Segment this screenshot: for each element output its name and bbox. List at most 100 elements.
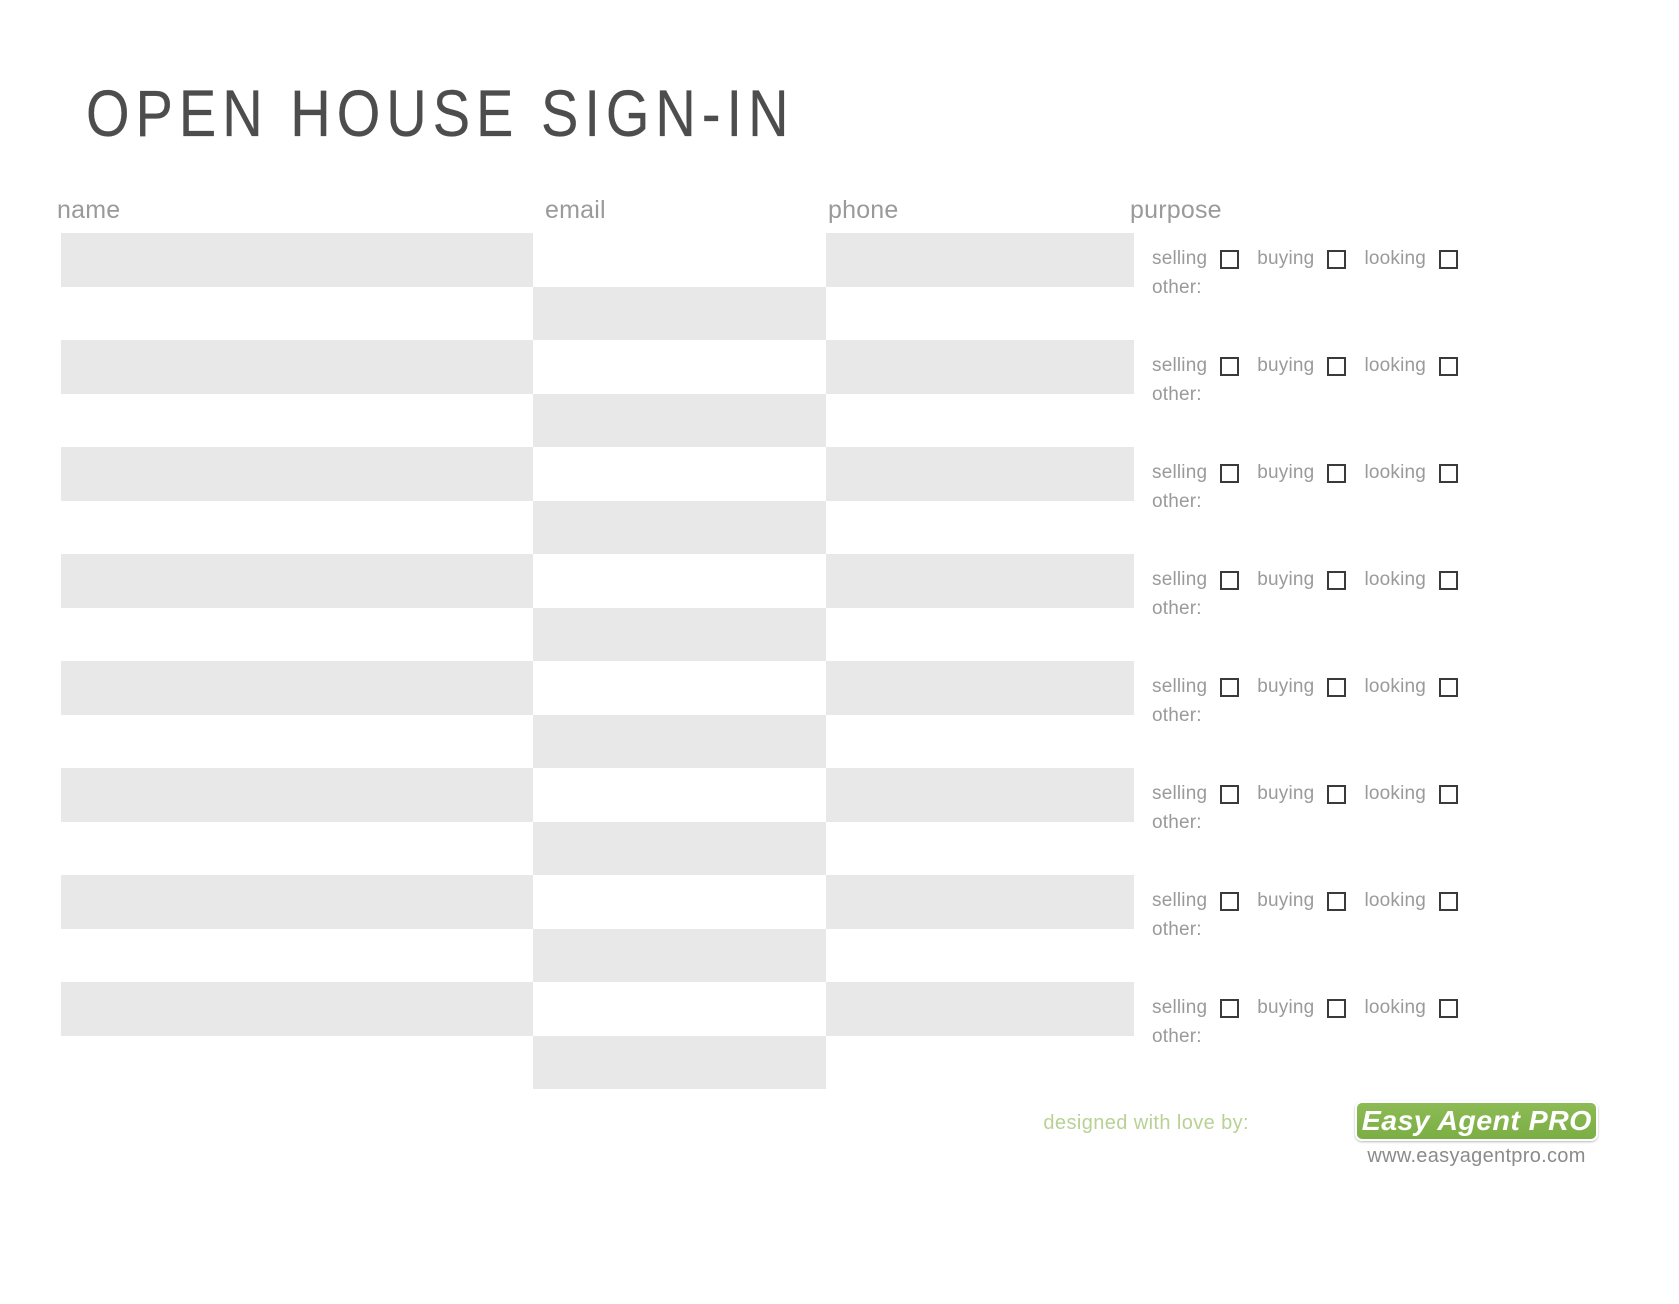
name-field[interactable] xyxy=(61,340,533,394)
easy-agent-pro-logo[interactable]: Easy Agent PRO xyxy=(1355,1101,1598,1141)
purpose-option-buying[interactable]: buying xyxy=(1257,890,1347,912)
phone-field[interactable] xyxy=(826,233,1134,287)
phone-field[interactable] xyxy=(826,394,1134,448)
name-field[interactable] xyxy=(61,929,533,983)
name-field[interactable] xyxy=(61,715,533,769)
email-field[interactable] xyxy=(533,982,826,1036)
name-field[interactable] xyxy=(61,768,533,822)
name-field[interactable] xyxy=(61,982,533,1036)
purpose-checkbox-buying[interactable] xyxy=(1327,463,1347,483)
purpose-checkbox-selling[interactable] xyxy=(1220,356,1240,376)
email-field[interactable] xyxy=(533,928,826,982)
purpose-option-buying[interactable]: buying xyxy=(1257,569,1347,591)
email-field[interactable] xyxy=(533,821,826,875)
purpose-checkbox-selling[interactable] xyxy=(1220,570,1240,590)
phone-field[interactable] xyxy=(826,822,1134,876)
email-field[interactable] xyxy=(533,500,826,554)
purpose-checkbox-selling[interactable] xyxy=(1220,784,1240,804)
email-field[interactable] xyxy=(533,393,826,447)
purpose-option-buying[interactable]: buying xyxy=(1257,997,1347,1019)
purpose-option-selling[interactable]: selling xyxy=(1152,890,1240,912)
purpose-option-selling[interactable]: selling xyxy=(1152,355,1240,377)
purpose-option-selling[interactable]: selling xyxy=(1152,462,1240,484)
phone-field[interactable] xyxy=(826,661,1134,715)
name-field[interactable] xyxy=(61,608,533,662)
purpose-checkbox-looking[interactable] xyxy=(1439,677,1459,697)
purpose-checkbox-selling[interactable] xyxy=(1220,249,1240,269)
email-field[interactable] xyxy=(533,1035,826,1089)
name-field[interactable] xyxy=(61,447,533,501)
purpose-option-buying[interactable]: buying xyxy=(1257,462,1347,484)
name-field[interactable] xyxy=(61,822,533,876)
page-title: OPEN HOUSE SIGN-IN xyxy=(86,76,795,151)
phone-field[interactable] xyxy=(826,554,1134,608)
email-field[interactable] xyxy=(533,607,826,661)
email-field[interactable] xyxy=(533,447,826,501)
name-field[interactable] xyxy=(61,1036,533,1090)
purpose-option-buying[interactable]: buying xyxy=(1257,248,1347,270)
purpose-option-buying[interactable]: buying xyxy=(1257,676,1347,698)
purpose-checkbox-looking[interactable] xyxy=(1439,249,1459,269)
purpose-option-selling[interactable]: selling xyxy=(1152,676,1240,698)
phone-field[interactable] xyxy=(826,982,1134,1036)
name-field[interactable] xyxy=(61,233,533,287)
email-field[interactable] xyxy=(533,714,826,768)
email-field[interactable] xyxy=(533,554,826,608)
email-field[interactable] xyxy=(533,340,826,394)
purpose-checkbox-looking[interactable] xyxy=(1439,998,1459,1018)
purpose-option-buying[interactable]: buying xyxy=(1257,355,1347,377)
purpose-option-looking[interactable]: looking xyxy=(1364,248,1459,270)
purpose-checkbox-selling[interactable] xyxy=(1220,998,1240,1018)
name-field[interactable] xyxy=(61,661,533,715)
purpose-checkbox-looking[interactable] xyxy=(1439,463,1459,483)
purpose-option-selling[interactable]: selling xyxy=(1152,248,1240,270)
purpose-checkbox-buying[interactable] xyxy=(1327,677,1347,697)
purpose-options: selling buying looking xyxy=(1152,776,1459,812)
purpose-option-looking[interactable]: looking xyxy=(1364,783,1459,805)
website-url[interactable]: www.easyagentpro.com xyxy=(1355,1145,1598,1168)
purpose-checkbox-buying[interactable] xyxy=(1327,356,1347,376)
purpose-checkbox-looking[interactable] xyxy=(1439,784,1459,804)
purpose-option-buying[interactable]: buying xyxy=(1257,783,1347,805)
purpose-checkbox-buying[interactable] xyxy=(1327,891,1347,911)
email-field[interactable] xyxy=(533,875,826,929)
phone-field[interactable] xyxy=(826,768,1134,822)
purpose-option-selling[interactable]: selling xyxy=(1152,997,1240,1019)
purpose-checkbox-buying[interactable] xyxy=(1327,570,1347,590)
purpose-option-looking[interactable]: looking xyxy=(1364,462,1459,484)
email-field[interactable] xyxy=(533,286,826,340)
phone-field[interactable] xyxy=(826,715,1134,769)
phone-field[interactable] xyxy=(826,608,1134,662)
phone-field[interactable] xyxy=(826,929,1134,983)
name-field[interactable] xyxy=(61,875,533,929)
purpose-checkbox-selling[interactable] xyxy=(1220,677,1240,697)
phone-field[interactable] xyxy=(826,447,1134,501)
purpose-checkbox-looking[interactable] xyxy=(1439,356,1459,376)
phone-field[interactable] xyxy=(826,501,1134,555)
phone-field[interactable] xyxy=(826,287,1134,341)
phone-field[interactable] xyxy=(826,340,1134,394)
purpose-option-selling[interactable]: selling xyxy=(1152,569,1240,591)
purpose-option-looking[interactable]: looking xyxy=(1364,890,1459,912)
purpose-checkbox-buying[interactable] xyxy=(1327,784,1347,804)
email-field[interactable] xyxy=(533,233,826,287)
purpose-option-looking[interactable]: looking xyxy=(1364,355,1459,377)
purpose-option-looking[interactable]: looking xyxy=(1364,569,1459,591)
name-field[interactable] xyxy=(61,287,533,341)
purpose-option-looking[interactable]: looking xyxy=(1364,676,1459,698)
purpose-option-selling[interactable]: selling xyxy=(1152,783,1240,805)
purpose-option-looking[interactable]: looking xyxy=(1364,997,1459,1019)
purpose-checkbox-selling[interactable] xyxy=(1220,891,1240,911)
name-field[interactable] xyxy=(61,394,533,448)
name-field[interactable] xyxy=(61,501,533,555)
purpose-checkbox-selling[interactable] xyxy=(1220,463,1240,483)
name-field[interactable] xyxy=(61,554,533,608)
purpose-checkbox-buying[interactable] xyxy=(1327,998,1347,1018)
purpose-checkbox-looking[interactable] xyxy=(1439,891,1459,911)
phone-field[interactable] xyxy=(826,1036,1134,1090)
purpose-checkbox-looking[interactable] xyxy=(1439,570,1459,590)
email-field[interactable] xyxy=(533,661,826,715)
email-field[interactable] xyxy=(533,768,826,822)
phone-field[interactable] xyxy=(826,875,1134,929)
purpose-checkbox-buying[interactable] xyxy=(1327,249,1347,269)
